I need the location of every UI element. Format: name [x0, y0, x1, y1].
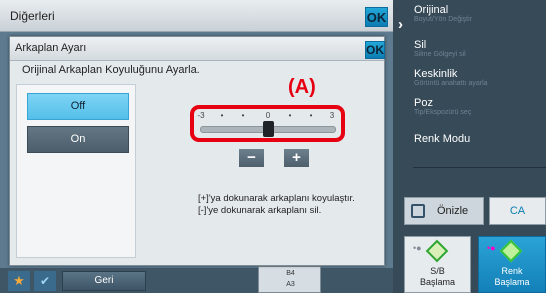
right-item-sub: Silme Gölgeyi sil: [414, 51, 466, 58]
color-start-line1: Renk: [501, 266, 523, 276]
right-item-sharpness[interactable]: Keskinlik Görüntü anahattı ayarla: [414, 68, 488, 87]
divider: [413, 167, 546, 168]
ca-button[interactable]: CA: [489, 197, 546, 225]
bottom-bar: [0, 268, 393, 293]
minus-button[interactable]: −: [239, 149, 264, 167]
on-option-button[interactable]: On: [27, 126, 129, 153]
outer-ok-button[interactable]: OK: [365, 7, 388, 27]
check-icon[interactable]: ✔: [34, 271, 56, 291]
start-icon: [425, 239, 449, 263]
right-item-color-mode[interactable]: Renk Modu: [414, 133, 470, 145]
off-option-button[interactable]: Off: [27, 93, 129, 120]
plus-button[interactable]: +: [284, 149, 309, 167]
chevron-right-icon[interactable]: ›: [398, 16, 403, 33]
right-item-sub: Boyut/Yön Değiştir: [414, 16, 472, 23]
right-item-exposure[interactable]: Poz Tip/Ekspozürü seç: [414, 97, 471, 116]
bw-start-line2: Başlama: [419, 277, 455, 287]
paper-size-indicator: B4 A3: [258, 266, 321, 293]
background-adjust-dialog: Arkaplan Ayarı OK Orijinal Arkaplan Koyu…: [9, 36, 385, 266]
preview-label: Önizle: [437, 205, 469, 217]
right-item-sub: Tip/Ekspozürü seç: [414, 109, 472, 116]
preview-button[interactable]: Önizle: [404, 197, 484, 225]
right-item-label: Sil: [414, 39, 427, 51]
paper-size: B4: [286, 270, 295, 277]
star-icon[interactable]: ★: [8, 271, 30, 291]
color-start-line2: Başlama: [494, 277, 530, 287]
paper-size: A3: [286, 281, 295, 288]
outer-title: Diğerleri: [10, 9, 55, 23]
help-text-minus: [-]'ye dokunarak arkaplanı sil.: [198, 205, 322, 216]
dialog-title: Arkaplan Ayarı: [15, 42, 87, 54]
right-item-label: Orijinal: [414, 4, 449, 16]
dots-icon: •●: [487, 243, 496, 253]
preview-icon: [411, 204, 425, 218]
right-item-label: Renk Modu: [414, 133, 471, 145]
right-item-label: Keskinlik: [414, 68, 458, 80]
start-icon: [499, 239, 523, 263]
right-item-original[interactable]: Orijinal Boyut/Yön Değiştir: [414, 4, 472, 23]
bw-start-line1: S/B: [430, 266, 445, 276]
dialog-message: Orijinal Arkaplan Koyuluğunu Ayarla.: [22, 64, 200, 76]
color-start-button[interactable]: •● Renk Başlama: [478, 236, 546, 293]
right-item-label: Poz: [414, 97, 433, 109]
dialog-ok-button[interactable]: OK: [365, 41, 385, 59]
right-item-sub: Görüntü anahattı ayarla: [414, 80, 488, 87]
outer-title-bar: [0, 0, 393, 32]
back-button[interactable]: Geri: [62, 271, 146, 291]
help-text-plus: [+]'ya dokunarak arkaplanı koyulaştır.: [198, 193, 355, 204]
option-group: Off On: [16, 84, 136, 258]
bw-start-button[interactable]: •● S/B Başlama: [404, 236, 471, 293]
highlight-box: [190, 105, 345, 142]
right-item-erase[interactable]: Sil Silme Gölgeyi sil: [414, 39, 466, 58]
annotation-label: (A): [288, 76, 316, 98]
dots-icon: •●: [413, 243, 422, 253]
